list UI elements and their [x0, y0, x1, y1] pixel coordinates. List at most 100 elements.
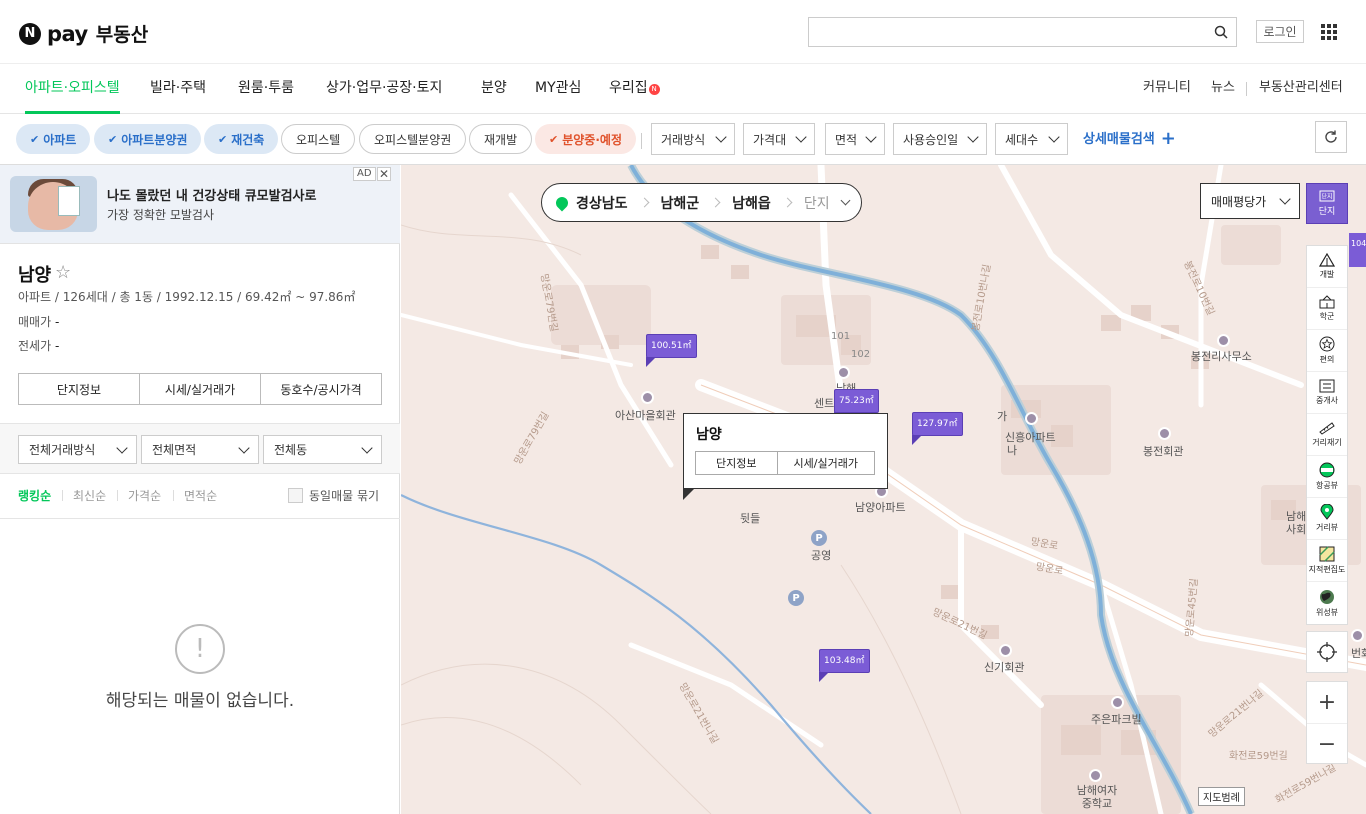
filter-chip-apartment-presale-right[interactable]: ✔ 아파트분양권: [94, 124, 202, 154]
place-label[interactable]: 공영: [811, 547, 831, 563]
price-range-dropdown[interactable]: 가격대: [743, 123, 815, 155]
place-label[interactable]: 신기회관: [984, 659, 1024, 675]
poi-dot-icon[interactable]: [999, 644, 1012, 657]
top-header: N pay 부동산 로그인: [0, 0, 1366, 64]
login-button[interactable]: 로그인: [1256, 20, 1304, 43]
nav-management-center[interactable]: 부동산관리센터: [1259, 64, 1343, 114]
current-location-button[interactable]: [1306, 631, 1348, 673]
sort-latest[interactable]: 최신순: [73, 487, 106, 504]
place-label[interactable]: 번화: [1351, 645, 1366, 661]
poi-dot-icon[interactable]: [837, 366, 850, 379]
ad-close-button[interactable]: ✕: [377, 167, 391, 181]
sort-divider: [62, 490, 63, 501]
place-label[interactable]: 아산마을회관: [615, 407, 676, 423]
zoom-in-button[interactable]: +: [1307, 682, 1347, 723]
breadcrumb-town[interactable]: 남해읍: [732, 193, 771, 213]
tool-street-view[interactable]: 거리뷰: [1307, 498, 1347, 540]
place-label[interactable]: 뒷들: [740, 510, 760, 526]
popup-complex-info-button[interactable]: 단지정보: [696, 452, 777, 474]
refresh-button[interactable]: [1315, 121, 1347, 153]
edge-price-marker[interactable]: 104: [1349, 233, 1366, 267]
poi-dot-icon[interactable]: [1089, 769, 1102, 782]
ad-banner[interactable]: 나도 몰랐던 내 건강상태 큐모발검사로 가장 정확한 모발검사 AD ✕: [0, 165, 400, 244]
tool-cadastral[interactable]: 지적편집도: [1307, 540, 1347, 582]
area-dropdown[interactable]: 면적: [825, 123, 885, 155]
nav-tab-commercial[interactable]: 상가·업무·공장·토지: [326, 64, 442, 114]
map-legend-button[interactable]: 지도범례: [1198, 787, 1245, 806]
tool-amenities[interactable]: 편의: [1307, 330, 1347, 372]
price-marker[interactable]: 127.97㎡: [912, 412, 963, 445]
filter-chip-apartment[interactable]: ✔ 아파트: [16, 124, 91, 154]
filter-chip-redevelopment[interactable]: 재개발: [469, 124, 533, 154]
tool-development[interactable]: 개발: [1307, 246, 1347, 288]
nav-news[interactable]: 뉴스: [1211, 64, 1235, 114]
logo[interactable]: N pay 부동산: [19, 20, 148, 47]
place-label[interactable]: 주은파크빌: [1091, 711, 1142, 727]
parking-icon[interactable]: P: [811, 530, 827, 546]
parking-icon[interactable]: P: [788, 590, 804, 606]
tab-unit-public-price[interactable]: 동호수/공시가격: [260, 374, 381, 404]
tool-satellite-view[interactable]: 위성뷰: [1307, 582, 1347, 624]
nav-tab-villa[interactable]: 빌라·주택: [150, 64, 206, 114]
tab-price-history[interactable]: 시세/실거래가: [139, 374, 260, 404]
place-label[interactable]: 나: [1007, 442, 1017, 458]
sort-ranking[interactable]: 랭킹순: [18, 487, 51, 504]
place-label[interactable]: 가: [997, 408, 1007, 424]
poi-dot-icon[interactable]: [641, 391, 654, 404]
breadcrumb-complex[interactable]: 단지: [804, 193, 830, 213]
list-area-dropdown[interactable]: 전체면적: [141, 435, 259, 464]
popup-price-button[interactable]: 시세/실거래가: [776, 452, 874, 474]
sort-price[interactable]: 가격순: [128, 487, 161, 504]
nav-tab-my-home[interactable]: 우리집 N: [609, 64, 660, 114]
price-marker[interactable]: 100.51㎡: [646, 334, 697, 367]
complex-layer-button[interactable]: 단지 단지: [1306, 183, 1348, 224]
filter-chip-officetel-presale-right[interactable]: 오피스텔분양권: [359, 124, 467, 154]
location-breadcrumb[interactable]: 경상남도 남해군 남해읍 단지: [541, 183, 862, 222]
detail-search-button[interactable]: 상세매물검색 +: [1083, 123, 1176, 155]
zoom-out-button[interactable]: −: [1307, 723, 1347, 764]
filter-chip-reconstruction[interactable]: ✔ 재건축: [204, 124, 279, 154]
price-marker[interactable]: 103.48㎡: [819, 649, 870, 682]
map-view[interactable]: 망운로79번길 망운로79번길 망운로 망운로 망운로21번길 망운로21번나길…: [401, 165, 1366, 814]
place-label[interactable]: 남해여자중학교: [1073, 784, 1121, 810]
households-dropdown[interactable]: 세대수: [995, 123, 1068, 155]
chevron-down-icon: [238, 441, 250, 454]
tool-agent[interactable]: 중개사: [1307, 372, 1347, 414]
place-label[interactable]: 남양아파트: [855, 499, 906, 515]
sort-area[interactable]: 면적순: [184, 487, 217, 504]
complex-popup: 남양 단지정보 시세/실거래가: [683, 413, 888, 500]
approval-date-dropdown[interactable]: 사용승인일: [893, 123, 987, 155]
place-label[interactable]: 봉전리사무소: [1191, 348, 1252, 364]
tool-measure[interactable]: 거리재기: [1307, 414, 1347, 456]
apps-grid-icon[interactable]: [1321, 24, 1337, 40]
favorite-star-icon[interactable]: ☆: [55, 262, 71, 283]
filter-chip-officetel[interactable]: 오피스텔: [281, 124, 356, 154]
nav-tab-apartment[interactable]: 아파트·오피스텔: [25, 64, 120, 114]
poi-dot-icon[interactable]: [1217, 334, 1230, 347]
place-label[interactable]: 센트: [814, 395, 834, 411]
same-listing-label[interactable]: 동일매물 묶기: [309, 487, 379, 504]
list-building-dropdown[interactable]: 전체동: [263, 435, 382, 464]
price-marker[interactable]: 75.23㎡: [834, 389, 879, 422]
poi-dot-icon[interactable]: [1111, 696, 1124, 709]
nav-community[interactable]: 커뮤니티: [1143, 64, 1191, 114]
nav-tab-presale[interactable]: 분양: [481, 64, 507, 114]
breadcrumb-county[interactable]: 남해군: [661, 193, 700, 213]
nav-tab-oneroom[interactable]: 원룸·투룸: [238, 64, 294, 114]
poi-dot-icon[interactable]: [1158, 427, 1171, 440]
tab-complex-info[interactable]: 단지정보: [19, 374, 139, 404]
same-listing-checkbox[interactable]: [288, 488, 303, 503]
filter-chip-presale-upcoming[interactable]: ✔ 분양중·예정: [535, 124, 636, 154]
poi-dot-icon[interactable]: [1351, 629, 1364, 642]
list-deal-type-dropdown[interactable]: 전체거래방식: [18, 435, 137, 464]
price-type-select[interactable]: 매매평당가: [1200, 183, 1300, 219]
deal-type-dropdown[interactable]: 거래방식: [651, 123, 735, 155]
place-label[interactable]: 봉전회관: [1143, 443, 1183, 459]
poi-dot-icon[interactable]: [1025, 412, 1038, 425]
tool-aerial-view[interactable]: 항공뷰: [1307, 456, 1347, 498]
search-icon[interactable]: [1214, 25, 1228, 39]
search-input[interactable]: [808, 17, 1237, 47]
tool-school[interactable]: 학군: [1307, 288, 1347, 330]
nav-tab-my-interest[interactable]: MY관심: [535, 64, 581, 114]
breadcrumb-province[interactable]: 경상남도: [576, 193, 628, 213]
